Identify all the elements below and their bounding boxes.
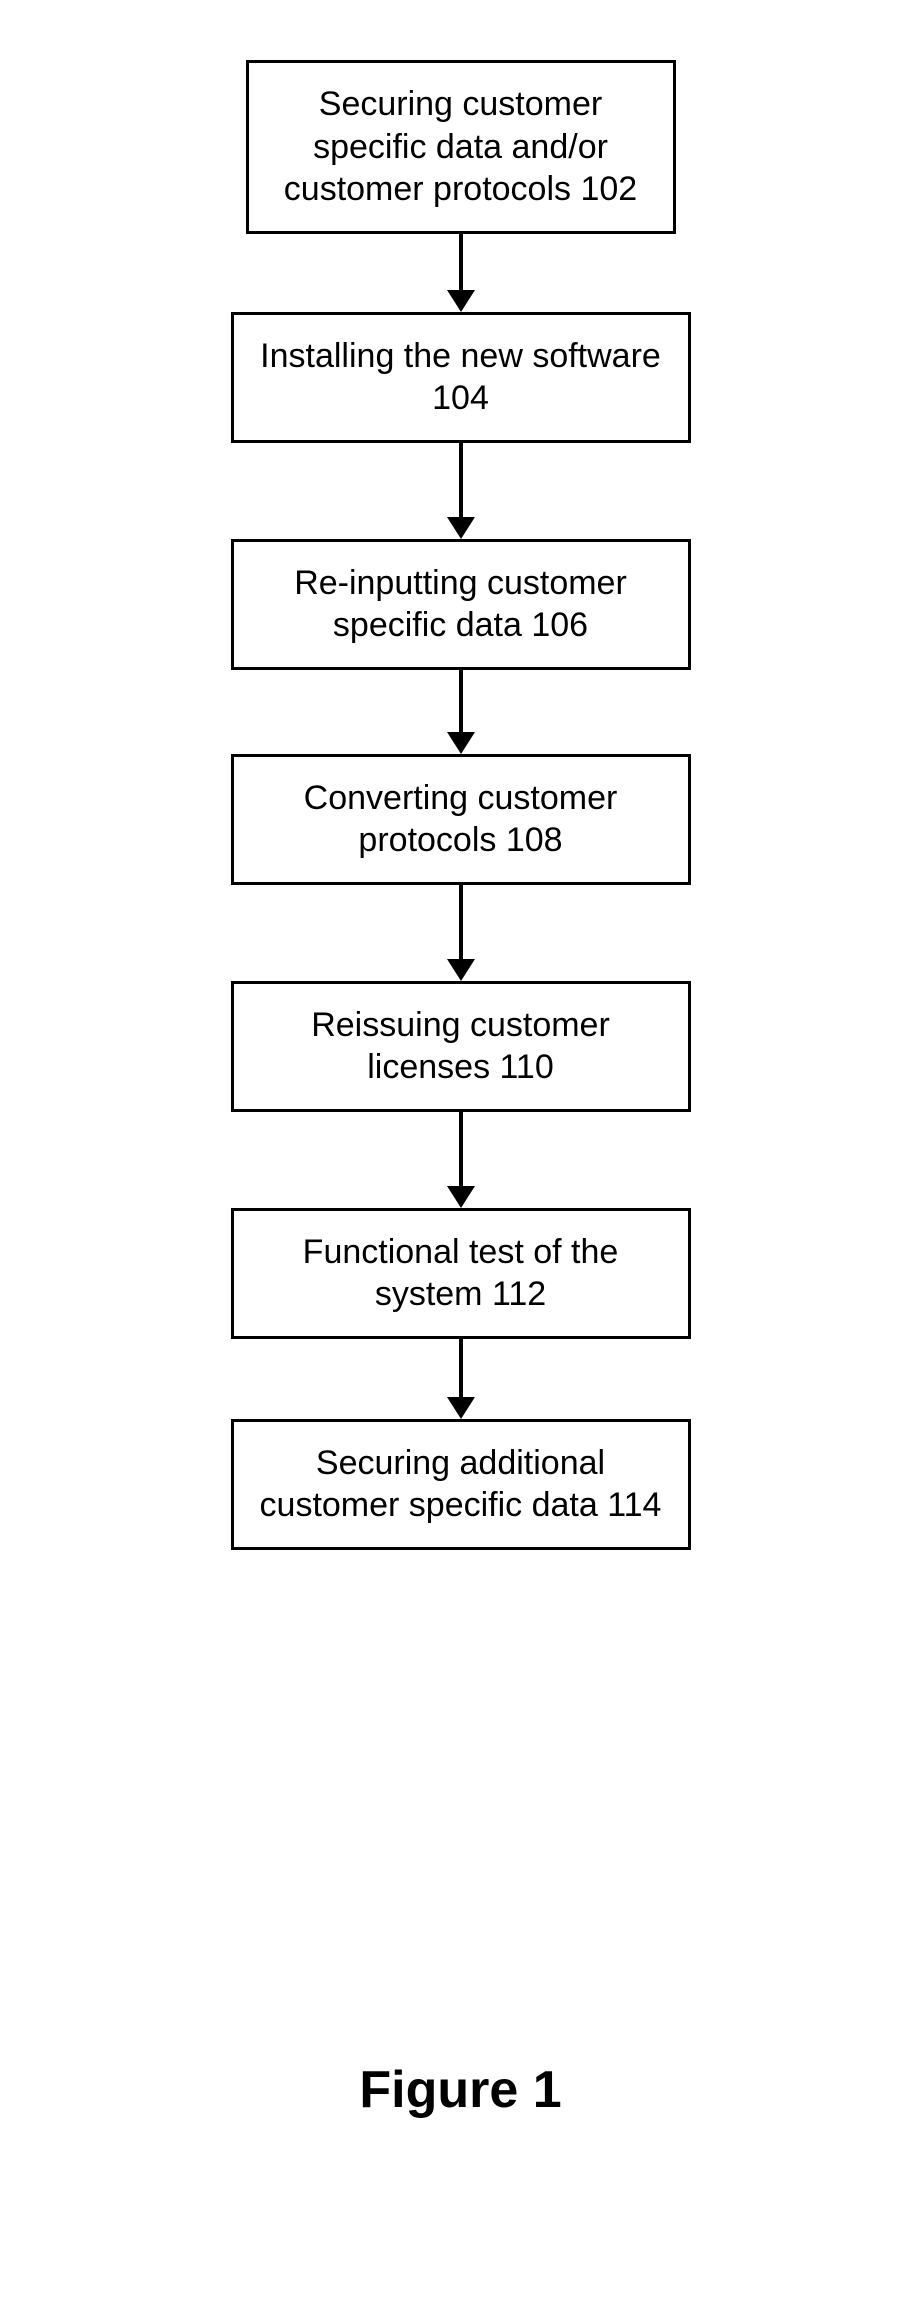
arrow-head-icon <box>447 959 475 981</box>
step-box: Re-inputting customer specific data 106 <box>231 539 691 670</box>
page: Securing customer specific data and/or c… <box>0 0 921 2309</box>
arrow-shaft <box>459 885 463 959</box>
arrow-head-icon <box>447 1186 475 1208</box>
arrow-shaft <box>459 443 463 517</box>
arrow-icon <box>447 670 475 754</box>
arrow-head-icon <box>447 732 475 754</box>
arrow-shaft <box>459 1339 463 1397</box>
arrow-shaft <box>459 234 463 290</box>
step-text: Re-inputting customer specific data 106 <box>294 564 627 645</box>
step-box: Securing customer specific data and/or c… <box>246 60 676 234</box>
arrow-icon <box>447 1339 475 1419</box>
step-box: Reissuing customer licenses 110 <box>231 981 691 1112</box>
step-text: Securing customer specific data and/or c… <box>284 85 637 208</box>
step-box: Functional test of the system 112 <box>231 1208 691 1339</box>
arrow-icon <box>447 1112 475 1208</box>
step-text: Securing additional customer specific da… <box>260 1444 662 1525</box>
arrow-icon <box>447 443 475 539</box>
arrow-icon <box>447 885 475 981</box>
step-text: Installing the new software 104 <box>260 337 661 418</box>
step-text: Functional test of the system 112 <box>303 1233 619 1314</box>
step-text: Reissuing customer licenses 110 <box>311 1006 610 1087</box>
step-box: Converting customer protocols 108 <box>231 754 691 885</box>
figure-caption: Figure 1 <box>0 2060 921 2120</box>
arrow-head-icon <box>447 1397 475 1419</box>
arrow-shaft <box>459 670 463 732</box>
flowchart: Securing customer specific data and/or c… <box>231 60 691 1550</box>
arrow-head-icon <box>447 517 475 539</box>
step-text: Converting customer protocols 108 <box>304 779 618 860</box>
step-box: Installing the new software 104 <box>231 312 691 443</box>
arrow-shaft <box>459 1112 463 1186</box>
arrow-icon <box>447 234 475 312</box>
arrow-head-icon <box>447 290 475 312</box>
step-box: Securing additional customer specific da… <box>231 1419 691 1550</box>
